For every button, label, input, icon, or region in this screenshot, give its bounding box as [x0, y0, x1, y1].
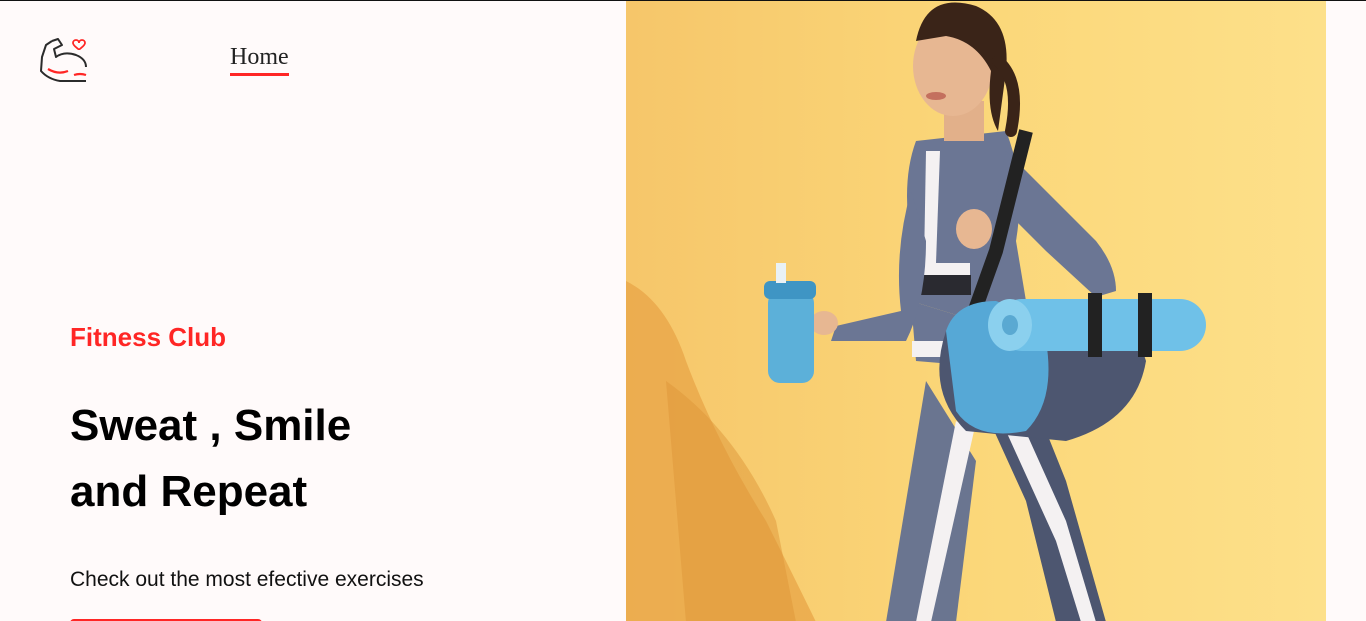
logo-icon[interactable]	[38, 31, 90, 85]
hero-subtitle: Check out the most efective exercises	[70, 568, 424, 591]
hero-title: Sweat , Smile and Repeat	[70, 393, 351, 525]
flexed-arm-heart-icon	[40, 38, 87, 82]
banner-illustration	[626, 1, 1326, 621]
hero-banner-image	[626, 1, 1326, 621]
nav-home-link[interactable]: Home	[230, 43, 289, 76]
hero-title-line-1: Sweat , Smile	[70, 401, 352, 450]
hero-eyebrow: Fitness Club	[70, 322, 227, 352]
hero-title-line-2: and Repeat	[70, 467, 308, 516]
page: Home Fitness Club Sweat , Smile and Repe…	[0, 0, 1366, 621]
